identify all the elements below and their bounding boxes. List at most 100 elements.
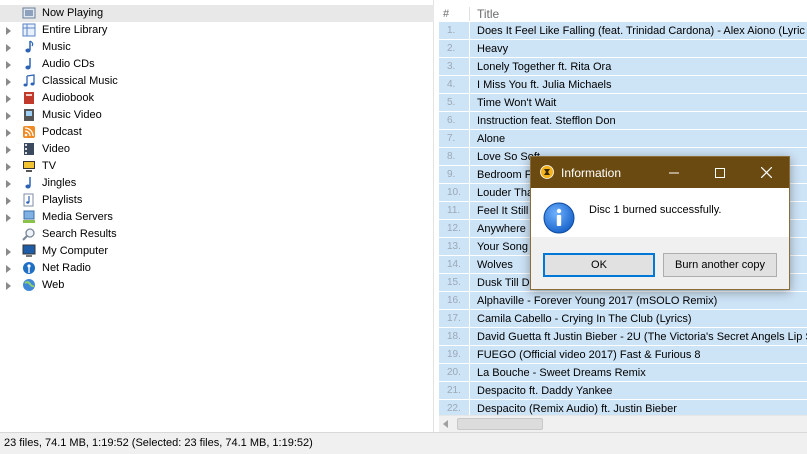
library-icon <box>22 23 36 37</box>
track-title: Despacito ft. Daddy Yankee <box>477 385 613 397</box>
expand-arrow-icon[interactable] <box>4 56 12 73</box>
tree-item-music-note[interactable]: Music <box>0 39 434 56</box>
expand-arrow-icon[interactable] <box>4 39 12 56</box>
track-number: 6. <box>447 115 456 126</box>
expand-arrow-icon[interactable] <box>4 277 12 294</box>
column-header-title[interactable]: Title <box>477 7 499 21</box>
tree-item-label: Web <box>42 279 65 291</box>
track-title: David Guetta ft Justin Bieber - 2U (The … <box>477 331 807 343</box>
dialog-title: Information <box>561 166 622 180</box>
track-row[interactable]: 1. Does It Feel Like Falling (feat. Trini… <box>439 22 807 40</box>
scroll-left-icon[interactable] <box>443 420 448 428</box>
expand-arrow-icon[interactable] <box>4 107 12 124</box>
cell-divider <box>469 292 470 310</box>
minimize-button[interactable] <box>651 157 697 188</box>
cell-divider <box>469 112 470 130</box>
tree-item-library[interactable]: Entire Library <box>0 22 434 39</box>
expand-arrow-icon[interactable] <box>4 209 12 226</box>
track-row[interactable]: 3. Lonely Together ft. Rita Ora <box>439 58 807 76</box>
tree-item-video[interactable]: Video <box>0 141 434 158</box>
information-dialog: Information Disc 1 burned successfully. … <box>530 156 790 290</box>
dialog-message: Disc 1 burned successfully. <box>589 204 722 216</box>
track-row[interactable]: 19. FUEGO (Official video 2017) Fast & Fu… <box>439 346 807 364</box>
track-number: 8. <box>447 151 456 162</box>
track-row[interactable]: 21. Despacito ft. Daddy Yankee <box>439 382 807 400</box>
tree-item-classical-music[interactable]: Classical Music <box>0 73 434 90</box>
track-row[interactable]: 16. Alphaville - Forever Young 2017 (mSOL… <box>439 292 807 310</box>
expand-arrow-icon[interactable] <box>4 73 12 90</box>
track-title: FUEGO (Official video 2017) Fast & Furio… <box>477 349 701 361</box>
track-title: Wolves <box>477 259 513 271</box>
tree-item-label: Video <box>42 143 70 155</box>
expand-arrow-icon[interactable] <box>4 192 12 209</box>
tree-item-music-video[interactable]: Music Video <box>0 107 434 124</box>
tree-item-label: My Computer <box>42 245 109 257</box>
cell-divider <box>469 382 470 400</box>
info-icon <box>543 202 575 234</box>
burn-another-copy-button[interactable]: Burn another copy <box>663 253 777 277</box>
track-title: Anywhere <box>477 223 526 235</box>
track-number: 4. <box>447 79 456 90</box>
track-number: 9. <box>447 169 456 180</box>
expand-arrow-icon[interactable] <box>4 158 12 175</box>
tree-item-net-radio[interactable]: Net Radio <box>0 260 434 277</box>
tree-item-search[interactable]: Search Results <box>0 226 434 243</box>
close-button[interactable] <box>743 157 789 188</box>
track-number: 11. <box>447 205 461 216</box>
tree-item-label: Search Results <box>42 228 117 240</box>
expand-arrow-icon[interactable] <box>4 90 12 107</box>
expand-arrow-icon[interactable] <box>4 141 12 158</box>
tree-item-jingles[interactable]: Jingles <box>0 175 434 192</box>
tree-item-audiobook[interactable]: Audiobook <box>0 90 434 107</box>
track-title: Alone <box>477 133 506 145</box>
tree-item-playlists[interactable]: Playlists <box>0 192 434 209</box>
tree-item-computer[interactable]: My Computer <box>0 243 434 260</box>
tree-item-podcast[interactable]: Podcast <box>0 124 434 141</box>
track-title: Dusk Till Da <box>477 277 536 289</box>
scrollbar-thumb[interactable] <box>457 418 543 430</box>
track-row[interactable]: 6. Instruction feat. Stefflon Don <box>439 112 807 130</box>
cell-divider <box>469 364 470 382</box>
maximize-button[interactable] <box>697 157 743 188</box>
video-icon <box>22 142 36 156</box>
track-row[interactable]: 2. Heavy <box>439 40 807 58</box>
tree-item-label: Net Radio <box>42 262 91 274</box>
expand-arrow-icon[interactable] <box>4 22 12 39</box>
dialog-titlebar[interactable]: Information <box>531 157 789 188</box>
track-title: Heavy <box>477 43 509 55</box>
track-row[interactable]: 17. Camila Cabello - Crying In The Club (… <box>439 310 807 328</box>
track-number: 13. <box>447 241 461 252</box>
tree-item-now-playing[interactable]: Now Playing <box>0 5 434 22</box>
tv-icon <box>22 159 36 173</box>
track-row[interactable]: 4. I Miss You ft. Julia Michaels <box>439 76 807 94</box>
tree-item-web-globe[interactable]: Web <box>0 277 434 294</box>
track-title: Feel It Still <box>477 205 529 217</box>
track-title: Despacito (Remix Audio) ft. Justin Biebe… <box>477 403 677 415</box>
tree-item-audio-cd[interactable]: Audio CDs <box>0 56 434 73</box>
ok-button[interactable]: OK <box>543 253 655 277</box>
cell-divider <box>469 328 470 346</box>
search-icon <box>22 227 36 241</box>
media-servers-icon <box>22 210 36 224</box>
track-row[interactable]: 18. David Guetta ft Justin Bieber - 2U (T… <box>439 328 807 346</box>
track-row[interactable]: 7. Alone <box>439 130 807 148</box>
track-row[interactable]: 20. La Bouche - Sweet Dreams Remix <box>439 364 807 382</box>
track-row[interactable]: 5. Time Won't Wait <box>439 94 807 112</box>
tree-item-media-servers[interactable]: Media Servers <box>0 209 434 226</box>
tree-item-label: Playlists <box>42 194 83 206</box>
classical-music-icon <box>22 74 36 88</box>
expand-arrow-icon[interactable] <box>4 243 12 260</box>
jingles-icon <box>22 176 36 190</box>
tree-item-tv[interactable]: TV <box>0 158 434 175</box>
expand-arrow-icon[interactable] <box>4 175 12 192</box>
horizontal-scrollbar[interactable] <box>439 415 807 432</box>
column-header-number[interactable]: # <box>443 8 449 20</box>
track-number: 17. <box>447 313 461 324</box>
dialog-footer: OK Burn another copy <box>531 237 789 289</box>
expand-arrow-icon[interactable] <box>4 260 12 277</box>
track-number: 18. <box>447 331 461 342</box>
tree-item-label: Music <box>42 41 71 53</box>
tree-item-label: TV <box>42 160 57 172</box>
expand-arrow-icon[interactable] <box>4 124 12 141</box>
track-number: 20. <box>447 367 461 378</box>
